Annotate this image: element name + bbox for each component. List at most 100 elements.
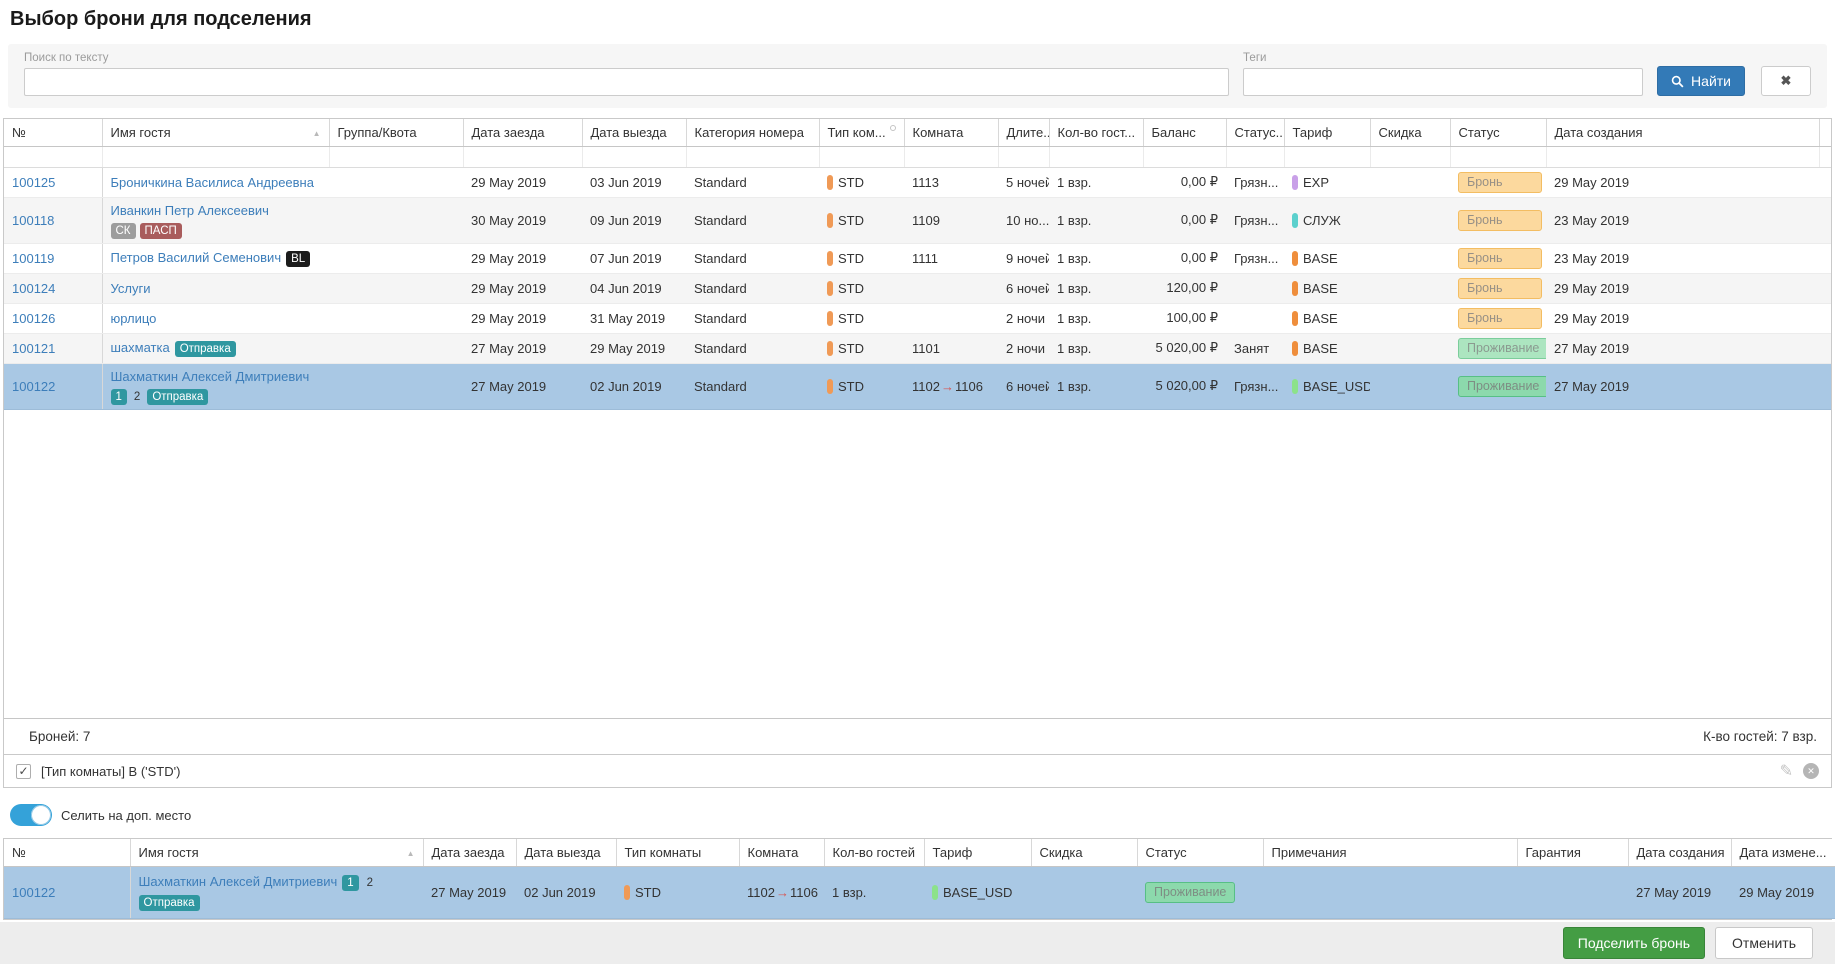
quick-filter-cell[interactable] [1049,146,1143,167]
column-header[interactable]: Дата измене... [1731,839,1835,866]
column-header[interactable]: Дата выезда [516,839,616,866]
column-header[interactable]: Примечания [1263,839,1517,866]
column-header[interactable]: Дата заезда [463,119,582,146]
booking-id-link[interactable]: 100124 [12,281,55,296]
column-header[interactable]: Гарантия [1517,839,1628,866]
column-header[interactable]: Тариф [1284,119,1370,146]
column-header[interactable]: Дата заезда [423,839,516,866]
search-icon [1671,75,1684,88]
booking-id-link[interactable]: 100119 [12,251,54,266]
table-row[interactable]: 100121шахматкаОтправка27 May 201929 May … [4,333,1831,363]
booking-id-link[interactable]: 100122 [12,885,55,900]
quick-filter-cell[interactable] [1819,146,1831,167]
cell-name: юрлицо [102,303,329,333]
column-header[interactable]: Кол-во гостей [824,839,924,866]
filter-checkbox[interactable]: ✓ [16,764,31,779]
cancel-button[interactable]: Отменить [1715,927,1813,959]
table-row[interactable]: 100118Иванкин Петр АлексеевичСКПАСП30 Ma… [4,197,1831,243]
quick-filter-cell[interactable] [102,146,329,167]
guest-name-link[interactable]: шахматка [111,340,170,355]
quick-filter-cell[interactable] [582,146,686,167]
tags-input[interactable] [1243,68,1643,96]
column-header[interactable]: Баланс [1143,119,1226,146]
cell-nights: 2 ночи [998,333,1049,363]
quick-filter-cell[interactable] [1226,146,1284,167]
table-row[interactable]: 100122Шахматкин Алексей Дмитриевич12Отпр… [4,363,1831,409]
quick-filter-cell[interactable] [904,146,998,167]
table-row[interactable]: 100125Броничкина Василиса Андреевна29 Ma… [4,167,1831,197]
quick-filter-cell[interactable] [1143,146,1226,167]
column-header[interactable]: Дата выезда [582,119,686,146]
guest-name-link[interactable]: юрлицо [111,311,157,326]
column-header[interactable]: Скидка [1370,119,1450,146]
search-input[interactable] [24,68,1229,96]
quick-filter-cell[interactable] [329,146,463,167]
quick-filter-cell[interactable] [1370,146,1450,167]
column-header-label: Статус... [1235,125,1285,140]
column-header[interactable]: Дата создания [1628,839,1731,866]
column-header[interactable]: Статус [1450,119,1546,146]
table-row[interactable]: 100119Петров Василий СеменовичBL29 May 2… [4,243,1831,273]
remove-filter-icon[interactable]: ✕ [1803,763,1819,779]
cell-checkin: 29 May 2019 [463,303,582,333]
column-header-label: Тип комнаты [625,845,702,860]
search-panel: Поиск по тексту Теги Найти ✖ [8,44,1827,108]
column-header[interactable]: Группа/Квота [329,119,463,146]
guest-name-link[interactable]: Шахматкин Алексей Дмитриевич [111,369,310,384]
assign-booking-button[interactable]: Подселить бронь [1563,927,1705,959]
column-header[interactable]: Скидка [1031,839,1137,866]
cell-guarantee [1517,866,1628,918]
quick-filter-cell[interactable] [1284,146,1370,167]
edit-filter-icon[interactable]: ✎ [1780,761,1793,781]
column-header[interactable]: Тариф [924,839,1031,866]
column-header[interactable]: Дата создания [1546,119,1819,146]
extra-bed-toggle[interactable] [10,804,52,826]
find-button[interactable]: Найти [1657,66,1745,96]
quick-filter-cell[interactable] [4,146,102,167]
column-header[interactable]: Тип комнаты [616,839,739,866]
status-badge: Бронь [1458,172,1542,193]
column-header[interactable]: Комната [739,839,824,866]
column-header[interactable]: Комната [904,119,998,146]
column-header-label: Имя гостя [111,125,171,140]
column-header[interactable]: Имя гостя▲ [130,839,423,866]
guest-name-link[interactable]: Услуги [111,281,151,296]
cell-room: 1109 [904,197,998,243]
guest-name-link[interactable]: Шахматкин Алексей Дмитриевич [139,874,338,889]
bookings-table-scroll[interactable]: №Имя гостя▲Группа/КвотаДата заездаДата в… [4,119,1831,718]
booking-id-link[interactable]: 100126 [12,311,55,326]
quick-filter-cell[interactable] [819,146,904,167]
booking-id-link[interactable]: 100121 [12,341,55,356]
column-header[interactable]: Тип ком... [819,119,904,146]
cell-id: 100121 [4,333,102,363]
column-header-spacer[interactable] [1819,119,1831,146]
cell-status: Бронь [1450,303,1546,333]
column-header[interactable]: Кол-во гост... [1049,119,1143,146]
clear-search-button[interactable]: ✖ [1761,66,1811,96]
booking-id-link[interactable]: 100118 [12,213,54,228]
table-row[interactable]: 100126юрлицо29 May 201931 May 2019Standa… [4,303,1831,333]
table-row[interactable]: 100124Услуги29 May 201904 Jun 2019Standa… [4,273,1831,303]
guest-name-link[interactable]: Иванкин Петр Алексеевич [111,203,269,218]
quick-filter-cell[interactable] [1450,146,1546,167]
column-header[interactable]: Категория номера [686,119,819,146]
column-header[interactable]: № [4,839,130,866]
column-header[interactable]: Статус [1137,839,1263,866]
column-header[interactable]: № [4,119,102,146]
quick-filter-cell[interactable] [686,146,819,167]
column-header[interactable]: Статус... [1226,119,1284,146]
quick-filter-cell[interactable] [1546,146,1819,167]
column-header-label: Кол-во гостей [833,845,916,860]
room-type-color-bar [827,379,833,394]
cell-checkin: 27 May 2019 [463,363,582,409]
quick-filter-cell[interactable] [998,146,1049,167]
booking-id-link[interactable]: 100122 [12,379,55,394]
booking-id-link[interactable]: 100125 [12,175,55,190]
column-header[interactable]: Имя гостя▲ [102,119,329,146]
guest-name-link[interactable]: Петров Василий Семенович [111,250,282,265]
quick-filter-cell[interactable] [463,146,582,167]
cell-name: Шахматкин Алексей Дмитриевич12Отправка [130,866,423,918]
guest-name-link[interactable]: Броничкина Василиса Андреевна [111,175,314,190]
column-header[interactable]: Длите... [998,119,1049,146]
table-row[interactable]: 100122 Шахматкин Алексей Дмитриевич12Отпр… [4,866,1835,918]
